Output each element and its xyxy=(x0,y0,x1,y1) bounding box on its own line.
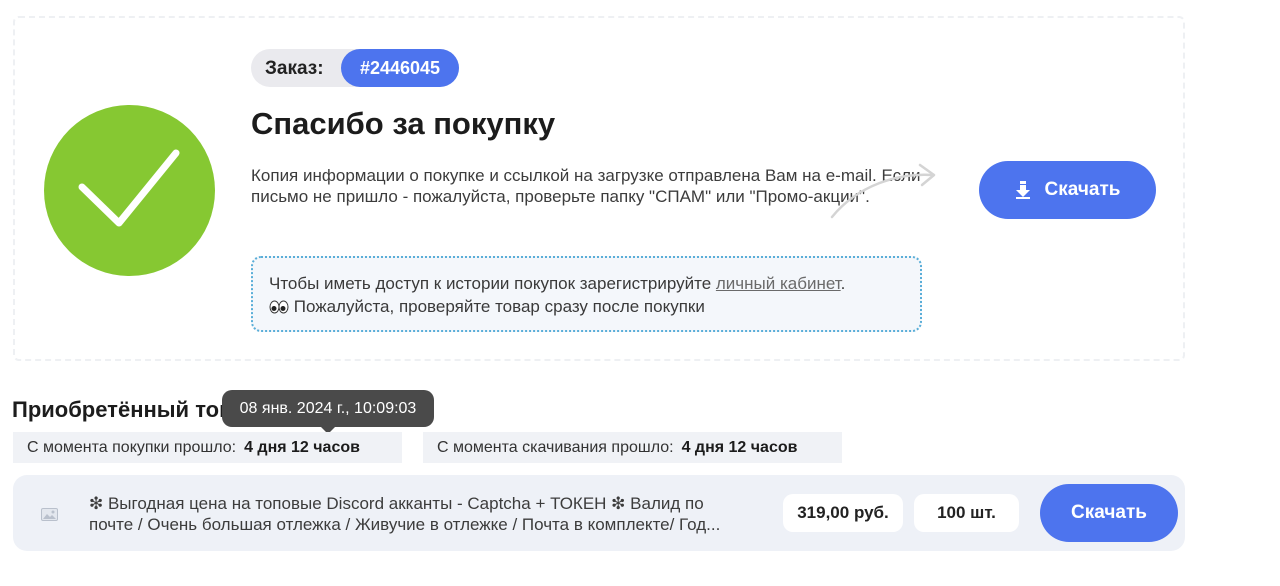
product-description-line-1: ❇ Выгодная цена на топовые Discord аккан… xyxy=(89,494,704,513)
product-description: ❇ Выгодная цена на топовые Discord аккан… xyxy=(89,493,754,535)
purchase-date-tooltip: 08 янв. 2024 г., 10:09:03 xyxy=(222,390,434,427)
download-button-label: Скачать xyxy=(1044,179,1121,200)
curved-arrow-icon xyxy=(830,163,936,219)
time-since-purchase-label: С момента покупки прошло: xyxy=(27,439,237,456)
notice-line-1: Чтобы иметь доступ к истории покупок зар… xyxy=(269,272,920,295)
personal-account-link[interactable]: личный кабинет xyxy=(716,274,841,293)
check-product-text: Пожалуйста, проверяйте товар сразу после… xyxy=(289,297,705,316)
page-title: Спасибо за покупку xyxy=(251,106,556,141)
account-notice: Чтобы иметь доступ к истории покупок зар… xyxy=(251,256,922,332)
time-since-download-label: С момента скачивания прошло: xyxy=(437,439,674,456)
order-badge: Заказ: #2446045 xyxy=(251,49,459,87)
order-label: Заказ: xyxy=(265,58,324,79)
product-quantity: 100 шт. xyxy=(914,494,1019,532)
time-since-download-value: 4 дня 12 часов xyxy=(681,439,798,456)
success-check-icon xyxy=(44,105,215,276)
image-placeholder-icon xyxy=(41,508,58,521)
download-button[interactable]: Скачать xyxy=(979,161,1156,219)
product-description-line-2: почте / Очень большая отлежка / Живучие … xyxy=(89,515,721,534)
notice-text: Чтобы иметь доступ к истории покупок зар… xyxy=(269,274,716,293)
time-since-purchase: С момента покупки прошло: 4 дня 12 часов xyxy=(13,432,402,463)
download-arrow-icon xyxy=(1015,181,1030,199)
product-price: 319,00 руб. xyxy=(783,494,903,532)
time-since-purchase-value: 4 дня 12 часов xyxy=(244,439,360,456)
notice-period: . xyxy=(840,274,846,293)
eyes-emoji-icon xyxy=(269,300,289,314)
order-number: #2446045 xyxy=(341,49,459,87)
notice-line-2: Пожалуйста, проверяйте товар сразу после… xyxy=(269,295,920,318)
product-download-button[interactable]: Скачать xyxy=(1040,484,1178,542)
time-since-download: С момента скачивания прошло: 4 дня 12 час… xyxy=(423,432,842,463)
